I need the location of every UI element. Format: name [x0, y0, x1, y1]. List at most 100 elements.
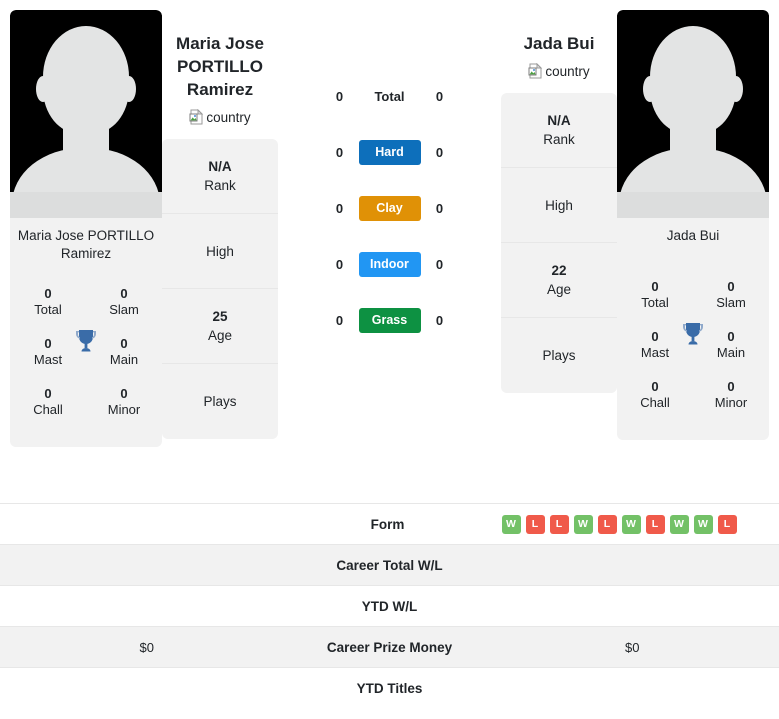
surface-row-hard: 0 Hard 0 — [278, 124, 501, 180]
title-minor-left: 0 Minor — [93, 386, 155, 418]
plays-label-left: Plays — [203, 394, 237, 409]
player-name-left: Maria Jose PORTILLO Ramirez — [176, 34, 264, 99]
surface-comparison-column: 0 Total 0 0 Hard 0 0 Clay 0 0 Indoor 0 0 — [278, 10, 501, 348]
row-career-total-wl-label: Career Total W/L — [336, 557, 443, 573]
comparison-header: Maria Jose PORTILLO Ramirez 0 Total 0 Sl… — [0, 0, 779, 500]
info-box-right: N/A Rank High 22 Age Plays — [501, 93, 617, 393]
avatar-left — [10, 10, 162, 218]
age-label-left: Age — [207, 328, 233, 343]
title-label: Main — [716, 345, 746, 360]
form-badge-10: L — [717, 514, 737, 534]
form-badge-6: W — [621, 514, 641, 534]
surface-badge-indoor[interactable]: Indoor — [358, 251, 421, 277]
form-badge-9: W — [693, 514, 713, 534]
title-value: 0 — [727, 329, 735, 344]
row-career-total-wl: Career Total W/L — [0, 544, 779, 585]
player-name-right: Jada Bui — [523, 34, 595, 53]
player-card-name-left: Maria Jose PORTILLO Ramirez — [17, 228, 155, 261]
high-label-left: High — [206, 243, 234, 259]
row-form: Form WLLWLWLWWL — [0, 503, 779, 544]
surface-badge-hard[interactable]: Hard — [358, 139, 421, 165]
plays-item-left: Plays — [162, 364, 278, 439]
surface-label-total: Total — [374, 88, 405, 104]
silhouette-ear-left-icon — [36, 76, 50, 102]
title-slam-right: 0 Slam — [700, 279, 762, 311]
rank-value-left: N/A — [208, 159, 232, 174]
player-card-right: Jada Bui 0 Total 0 Slam 0 Mast 0 Main 0 … — [617, 10, 769, 440]
title-value: 0 — [44, 386, 52, 401]
title-label: Chall — [33, 402, 63, 417]
silhouette-ear-left-icon — [643, 76, 657, 102]
title-value: 0 — [727, 379, 735, 394]
title-label: Total — [641, 295, 669, 310]
trophy-icon — [683, 323, 703, 345]
surface-right-value: 0 — [435, 312, 444, 328]
player-card-name-right: Jada Bui — [666, 228, 720, 243]
age-item-left: 25 Age — [162, 289, 278, 364]
silhouette-ear-right-icon — [122, 76, 136, 102]
comparison-rows: Form WLLWLWLWWL Career Total W/L YTD W/L… — [0, 503, 779, 708]
title-value: 0 — [120, 286, 128, 301]
title-chall-left: 0 Chall — [17, 386, 79, 418]
row-career-prize-money: $0 Career Prize Money $0 — [0, 626, 779, 667]
surface-left-value: 0 — [335, 312, 344, 328]
title-minor-right: 0 Minor — [700, 379, 762, 411]
age-value-left: 25 — [212, 309, 228, 324]
row-form-label: Form — [370, 516, 405, 532]
row-career-prize-money-label: Career Prize Money — [326, 639, 453, 655]
country-alt-text-right: country — [545, 63, 590, 79]
age-item-right: 22 Age — [501, 243, 617, 318]
row-ytd-wl-label: YTD W/L — [361, 598, 418, 614]
titles-row: 0 Total 0 Slam — [617, 270, 769, 320]
trophy-icon — [76, 330, 96, 352]
title-value: 0 — [651, 279, 659, 294]
row-ytd-titles: YTD Titles — [0, 667, 779, 708]
titles-row: 0 Chall 0 Minor — [10, 377, 162, 427]
title-slam-left: 0 Slam — [93, 286, 155, 318]
title-label: Slam — [109, 302, 139, 317]
surface-row-total: 0 Total 0 — [278, 68, 501, 124]
plays-label-right: Plays — [542, 348, 576, 363]
surface-right-value: 0 — [435, 144, 444, 160]
form-badge-2: L — [525, 514, 545, 534]
row-career-prize-money-right: $0 — [625, 639, 640, 655]
title-main-left: 0 Main — [93, 336, 155, 368]
age-label-right: Age — [546, 282, 572, 297]
high-item-left: High — [162, 214, 278, 289]
row-career-prize-money-left: $0 — [139, 639, 154, 655]
title-label: Mast — [640, 345, 670, 360]
title-label: Main — [109, 352, 139, 367]
silhouette-shade — [617, 192, 769, 218]
surface-row-clay: 0 Clay 0 — [278, 180, 501, 236]
country-alt-text-left: country — [206, 109, 251, 125]
title-value: 0 — [120, 386, 128, 401]
form-badge-3: L — [549, 514, 569, 534]
title-mast-right: 0 Mast — [624, 329, 686, 361]
title-mast-left: 0 Mast — [17, 336, 79, 368]
surface-left-value: 0 — [335, 144, 344, 160]
avatar-right — [617, 10, 769, 218]
form-badge-7: L — [645, 514, 665, 534]
surface-right-value: 0 — [435, 256, 444, 272]
title-label: Slam — [716, 295, 746, 310]
surface-left-value: 0 — [335, 256, 344, 272]
form-badge-1: W — [501, 514, 521, 534]
surface-badge-grass[interactable]: Grass — [358, 307, 421, 333]
form-badge-5: L — [597, 514, 617, 534]
surface-badge-clay[interactable]: Clay — [358, 195, 421, 221]
title-total-right: 0 Total — [624, 279, 686, 311]
title-label: Mast — [33, 352, 63, 367]
country-flag-right: country — [501, 63, 617, 79]
title-main-right: 0 Main — [700, 329, 762, 361]
high-label-right: High — [545, 197, 573, 213]
surface-left-value: 0 — [335, 88, 344, 104]
row-ytd-wl: YTD W/L — [0, 585, 779, 626]
surface-right-value: 0 — [435, 200, 444, 216]
titles-row: 0 Chall 0 Minor — [617, 370, 769, 420]
info-box-left: N/A Rank High 25 Age Plays — [162, 139, 278, 439]
player-comparison-page: Maria Jose PORTILLO Ramirez 0 Total 0 Sl… — [0, 0, 779, 719]
title-label: Total — [34, 302, 62, 317]
form-badges-right: WLLWLWLWWL — [498, 514, 766, 534]
rank-value-right: N/A — [547, 113, 571, 128]
form-badge-8: W — [669, 514, 689, 534]
